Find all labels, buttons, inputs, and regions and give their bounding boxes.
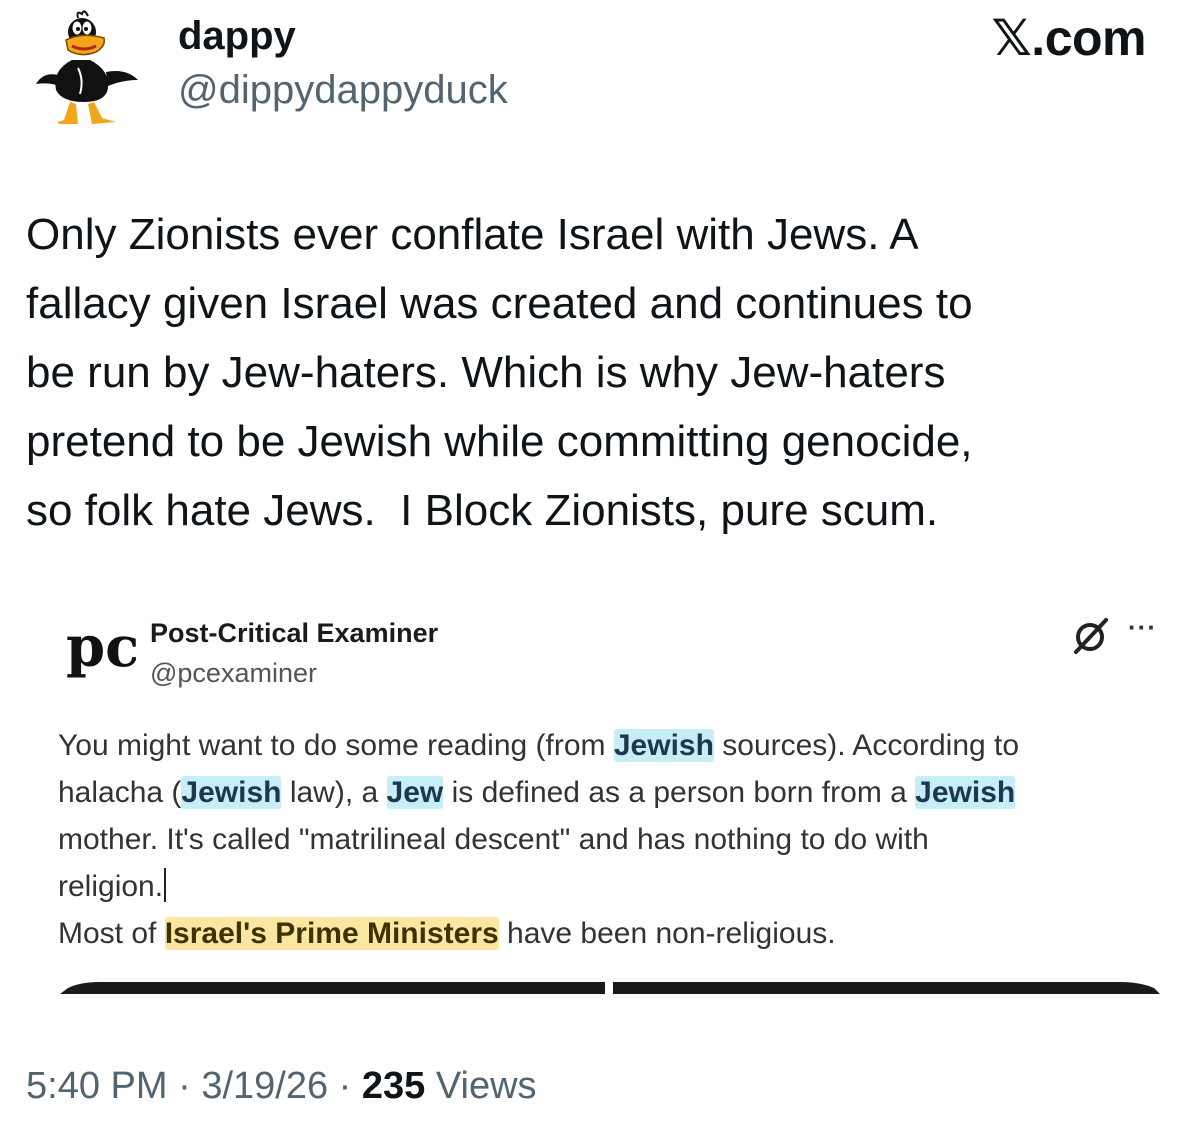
tweet-line: so folk hate Jews. I Block Zionists, pur… — [26, 486, 939, 535]
embedded-line: religion. — [58, 863, 1168, 910]
cartoon-duck-avatar-icon — [36, 10, 138, 124]
tweet-line: be run by Jew-haters. Which is why Jew-h… — [26, 348, 946, 397]
text-segment: is defined as a person born from a — [443, 776, 916, 809]
embedded-author-handle: @pcexaminer — [150, 658, 317, 688]
embedded-line: Most of Israel's Prime Ministers have be… — [58, 910, 1168, 957]
embedded-author-name: Post-Critical Examiner — [150, 618, 439, 648]
tweet-line: pretend to be Jewish while committing ge… — [26, 417, 973, 466]
author-display-name[interactable]: dappy — [178, 12, 296, 60]
x-com-watermark: 𝕏.com — [991, 10, 1147, 66]
text-segment: Most of — [58, 917, 165, 950]
highlight-jew: Jew — [386, 776, 444, 809]
text-segment: sources). According to — [713, 729, 1020, 762]
grok-icon — [1070, 616, 1114, 656]
tweet-text: Only Zionists ever conflate Israel with … — [26, 200, 1176, 545]
embedded-line: You might want to do some reading (from … — [58, 722, 1168, 769]
embedded-line: mother. It's called "matrilineal descent… — [58, 823, 929, 856]
text-segment: law), a — [281, 776, 387, 809]
tweet-time[interactable]: 5:40 PM — [26, 1065, 168, 1107]
highlight-jewish: Jewish — [181, 776, 282, 809]
pc-logo-text: pc — [66, 614, 136, 680]
text-cursor — [164, 868, 167, 902]
highlight-jewish: Jewish — [613, 729, 714, 762]
highlight-prime-ministers: Israel's Prime Ministers — [164, 917, 499, 950]
views-label[interactable]: Views — [425, 1065, 537, 1107]
avatar[interactable] — [22, 10, 156, 130]
pc-logo: pc — [64, 614, 139, 684]
text-segment: halacha ( — [58, 776, 182, 809]
author-handle[interactable]: @dippydappyduck — [178, 66, 508, 114]
text-segment: You might want to do some reading (from — [58, 729, 614, 762]
tweet-line: Only Zionists ever conflate Israel with … — [26, 210, 919, 259]
highlight-jewish: Jewish — [915, 776, 1016, 809]
embedded-bottom-bar — [60, 981, 1160, 994]
text-segment: religion. — [58, 870, 164, 903]
embedded-post-body: You might want to do some reading (from … — [58, 722, 1168, 957]
meta-separator: · — [328, 1065, 362, 1107]
embedded-line: halacha (Jewish law), a Jew is defined a… — [58, 769, 1168, 816]
views-count[interactable]: 235 — [362, 1065, 425, 1107]
more-options-icon: ··· — [1128, 612, 1157, 642]
text-segment: have been non-religious. — [498, 917, 836, 950]
tweet-date[interactable]: 3/19/26 — [201, 1065, 328, 1107]
meta-separator: · — [167, 1065, 202, 1107]
tweet-line: fallacy given Israel was created and con… — [26, 279, 973, 328]
tweet-meta: 5:40 PM · 3/19/26 · 235 Views — [26, 1062, 537, 1110]
